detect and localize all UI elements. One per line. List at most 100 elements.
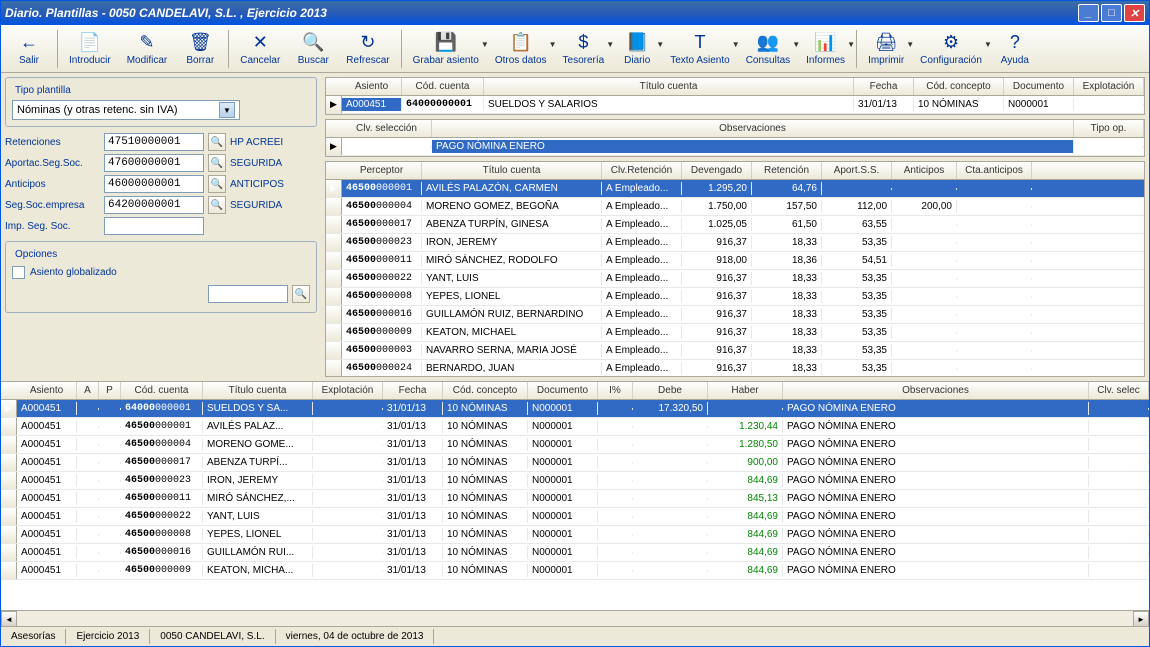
lower-row[interactable]: A000451 46500000009 KEATON, MICHA... 31/… — [1, 562, 1149, 580]
gh-codcuenta[interactable]: Cód. cuenta — [402, 78, 484, 95]
status-asesorias[interactable]: Asesorías — [1, 629, 66, 644]
gh-concepto[interactable]: Cód. concepto — [914, 78, 1004, 95]
aportac-input[interactable] — [104, 154, 204, 172]
gh-a[interactable]: A — [77, 382, 99, 399]
toolbar-refrescar[interactable]: ↻Refrescar — [339, 27, 396, 71]
opciones-search-input[interactable] — [208, 285, 288, 303]
toolbar-imprimir[interactable]: 🖨Imprimir▼ — [861, 27, 911, 71]
lower-row[interactable]: ▶ A000451 64000000001 SUELDOS Y SA... 31… — [1, 400, 1149, 418]
gh-titulo[interactable]: Título cuenta — [484, 78, 854, 95]
gh-titulo[interactable]: Título cuenta — [203, 382, 313, 399]
toolbar-salir[interactable]: ←Salir — [5, 27, 53, 71]
scroll-track[interactable] — [17, 611, 1133, 626]
gh-perceptor[interactable]: Perceptor — [342, 162, 422, 179]
gh-haber[interactable]: Haber — [708, 382, 783, 399]
gh-anticipos[interactable]: Anticipos — [892, 162, 957, 179]
opciones-search-button[interactable]: 🔍 — [292, 285, 310, 303]
gh-ctaant[interactable]: Cta.anticipos — [957, 162, 1032, 179]
lower-row[interactable]: A000451 46500000017 ABENZA TURPÍ... 31/0… — [1, 454, 1149, 472]
lower-row[interactable]: A000451 46500000001 AVILÉS PALAZ... 31/0… — [1, 418, 1149, 436]
gh-p[interactable]: P — [99, 382, 121, 399]
gh-debe[interactable]: Debe — [633, 382, 708, 399]
gh-expl[interactable]: Explotación — [1074, 78, 1144, 95]
toolbar-cancelar[interactable]: ✕Cancelar — [233, 27, 287, 71]
retenciones-search-button[interactable]: 🔍 — [208, 133, 226, 151]
asiento-globalizado-checkbox[interactable]: Asiento globalizado — [12, 266, 310, 279]
toolbar-configuración[interactable]: ⚙Configuración▼ — [913, 27, 989, 71]
gh-fecha[interactable]: Fecha — [854, 78, 914, 95]
gh-devengado[interactable]: Devengado — [682, 162, 752, 179]
status-empresa[interactable]: 0050 CANDELAVI, S.L. — [150, 629, 275, 644]
gh-ipct[interactable]: I% — [598, 382, 633, 399]
gh-concepto[interactable]: Cód. concepto — [443, 382, 528, 399]
perceptor-row[interactable]: 46500000011 MIRÓ SÁNCHEZ, RODOLFO A Empl… — [326, 252, 1144, 270]
close-button[interactable]: ✕ — [1124, 4, 1145, 22]
perceptor-row[interactable]: ▶ 46500000001 AVILÉS PALAZÓN, CARMEN A E… — [326, 180, 1144, 198]
gh-aportss[interactable]: Aport.S.S. — [822, 162, 892, 179]
gh-expl[interactable]: Explotación — [313, 382, 383, 399]
perceptor-row[interactable]: 46500000022 YANT, LUIS A Empleado... 916… — [326, 270, 1144, 288]
perceptor-row[interactable]: 46500000008 YEPES, LIONEL A Empleado... … — [326, 288, 1144, 306]
minimize-button[interactable]: _ — [1078, 4, 1099, 22]
perceptor-row[interactable]: 46500000016 GUILLAMÓN RUIZ, BERNARDINO A… — [326, 306, 1144, 324]
cell-clvsel — [1089, 498, 1149, 500]
perceptor-row[interactable]: 46500000009 KEATON, MICHAEL A Empleado..… — [326, 324, 1144, 342]
toolbar-ayuda[interactable]: ?Ayuda — [991, 27, 1039, 71]
toolbar-informes[interactable]: 📊Informes▼ — [799, 27, 852, 71]
cell-expl — [313, 516, 383, 518]
cell-cuenta: 46500000008 — [121, 528, 203, 541]
gh-titulo[interactable]: Título cuenta — [422, 162, 602, 179]
gh-clvret[interactable]: Clv.Retención — [602, 162, 682, 179]
perceptor-row[interactable]: 46500000023 IRON, JEREMY A Empleado... 9… — [326, 234, 1144, 252]
impsegsoc-input[interactable] — [104, 217, 204, 235]
toolbar-introducir[interactable]: 📄Introducir — [62, 27, 118, 71]
toolbar-borrar[interactable]: 🗑Borrar — [176, 27, 224, 71]
toolbar-buscar[interactable]: 🔍Buscar — [289, 27, 337, 71]
gh-obs[interactable]: Observaciones — [432, 120, 1074, 137]
horizontal-scrollbar[interactable]: ◄ ► — [1, 610, 1149, 626]
gh-doc[interactable]: Documento — [528, 382, 598, 399]
status-ejercicio[interactable]: Ejercicio 2013 — [66, 629, 150, 644]
toolbar-grabar-asiento[interactable]: 💾Grabar asiento▼ — [406, 27, 486, 71]
lower-row[interactable]: A000451 46500000016 GUILLAMÓN RUI... 31/… — [1, 544, 1149, 562]
gh-obs[interactable]: Observaciones — [783, 382, 1089, 399]
perceptor-row[interactable]: 46500000004 MORENO GOMEZ, BEGOÑA A Emple… — [326, 198, 1144, 216]
toolbar-tesorería[interactable]: $Tesorería▼ — [556, 27, 612, 71]
gh-fecha[interactable]: Fecha — [383, 382, 443, 399]
gh-clv[interactable]: Clv. selección — [342, 120, 432, 137]
gh-asiento[interactable]: Asiento — [342, 78, 402, 95]
scroll-left-button[interactable]: ◄ — [1, 611, 17, 626]
anticipos-search-button[interactable]: 🔍 — [208, 175, 226, 193]
aportac-search-button[interactable]: 🔍 — [208, 154, 226, 172]
asiento-row[interactable]: ▶ A000451 64000000001 SUELDOS Y SALARIOS… — [326, 96, 1144, 114]
lower-row[interactable]: A000451 46500000023 IRON, JEREMY 31/01/1… — [1, 472, 1149, 490]
segsoc-input[interactable] — [104, 196, 204, 214]
gh-codcuenta[interactable]: Cód. cuenta — [121, 382, 203, 399]
gh-retencion[interactable]: Retención — [752, 162, 822, 179]
lower-grid[interactable]: ▶ A000451 64000000001 SUELDOS Y SA... 31… — [1, 400, 1149, 610]
scroll-right-button[interactable]: ► — [1133, 611, 1149, 626]
gh-doc[interactable]: Documento — [1004, 78, 1074, 95]
segsoc-search-button[interactable]: 🔍 — [208, 196, 226, 214]
maximize-button[interactable]: □ — [1101, 4, 1122, 22]
lower-row[interactable]: A000451 46500000008 YEPES, LIONEL 31/01/… — [1, 526, 1149, 544]
toolbar-diario[interactable]: 📘Diario▼ — [613, 27, 661, 71]
anticipos-input[interactable] — [104, 175, 204, 193]
obs-row[interactable]: ▶ PAGO NÓMINA ENERO — [326, 138, 1144, 156]
gh-asiento[interactable]: Asiento — [17, 382, 77, 399]
perceptor-row[interactable]: 46500000003 NAVARRO SERNA, MARIA JOSÉ A … — [326, 342, 1144, 360]
gh-tipoop[interactable]: Tipo op. — [1074, 120, 1144, 137]
perceptor-row[interactable]: 46500000017 ABENZA TURPÍN, GINESA A Empl… — [326, 216, 1144, 234]
gh-clvsel[interactable]: Clv. selec — [1089, 382, 1149, 399]
lower-row[interactable]: A000451 46500000011 MIRÓ SÁNCHEZ,... 31/… — [1, 490, 1149, 508]
toolbar-modificar[interactable]: ✎Modificar — [120, 27, 175, 71]
tipo-plantilla-combo[interactable]: Nóminas (y otras retenc. sin IVA) ▼ — [12, 100, 240, 120]
toolbar-otros-datos[interactable]: 📋Otros datos▼ — [488, 27, 554, 71]
lower-row[interactable]: A000451 46500000004 MORENO GOME... 31/01… — [1, 436, 1149, 454]
cell-a — [77, 462, 99, 464]
toolbar-texto-asiento[interactable]: TTexto Asiento▼ — [663, 27, 736, 71]
retenciones-input[interactable] — [104, 133, 204, 151]
perceptor-row[interactable]: 46500000024 BERNARDO, JUAN A Empleado...… — [326, 360, 1144, 377]
lower-row[interactable]: A000451 46500000022 YANT, LUIS 31/01/13 … — [1, 508, 1149, 526]
toolbar-consultas[interactable]: 👥Consultas▼ — [739, 27, 797, 71]
